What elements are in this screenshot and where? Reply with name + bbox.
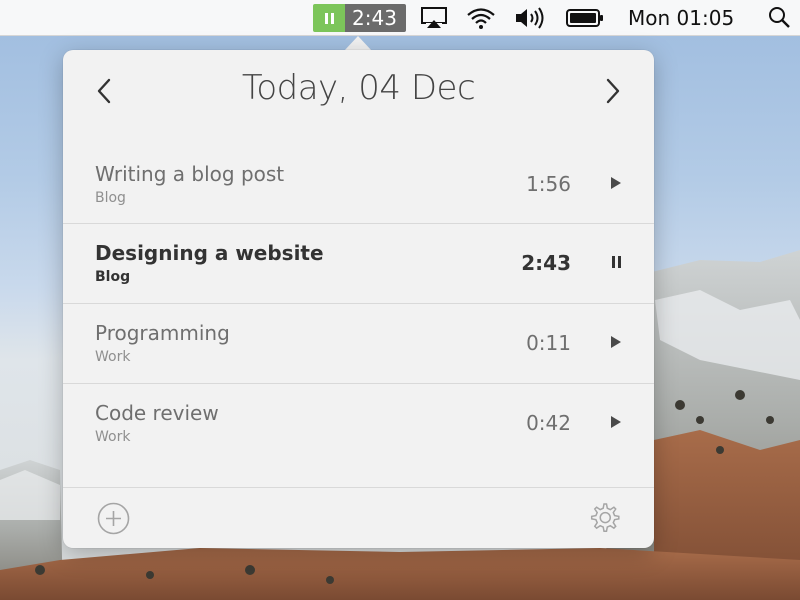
- play-icon: [611, 177, 621, 189]
- wifi-icon[interactable]: [466, 6, 496, 30]
- menubar-clock[interactable]: Mon 01:05: [628, 5, 734, 31]
- menubar-timer-time[interactable]: 2:43: [345, 4, 406, 32]
- task-row[interactable]: Programming Work 0:11: [63, 304, 654, 384]
- play-icon: [611, 336, 621, 348]
- menu-bar: 2:43 Mon 01:05: [0, 0, 800, 36]
- play-icon: [611, 416, 621, 428]
- date-title: Today, 04 Dec: [241, 68, 476, 108]
- next-day-button[interactable]: [598, 76, 628, 106]
- timer-popover: Today, 04 Dec Writing a blog post Blog 1…: [63, 50, 654, 548]
- play-button[interactable]: [604, 171, 628, 195]
- chevron-right-icon: [606, 78, 620, 104]
- pause-button[interactable]: [604, 250, 628, 274]
- task-name: Designing a website: [95, 241, 324, 265]
- task-name: Programming: [95, 321, 230, 345]
- task-list: Writing a blog post Blog 1:56 Designing …: [63, 146, 654, 464]
- task-name: Writing a blog post: [95, 162, 285, 186]
- task-time: 2:43: [521, 251, 571, 275]
- task-time: 0:11: [526, 331, 571, 355]
- task-time: 0:42: [526, 411, 571, 435]
- spotlight-search-icon[interactable]: [768, 6, 792, 30]
- battery-icon[interactable]: [566, 6, 604, 30]
- task-category: Blog: [95, 269, 131, 285]
- task-time: 1:56: [526, 172, 571, 196]
- gear-icon[interactable]: [587, 501, 621, 535]
- play-button[interactable]: [604, 330, 628, 354]
- task-row[interactable]: Code review Work 0:42: [63, 384, 654, 464]
- airplay-icon[interactable]: [420, 6, 448, 30]
- add-circle-icon[interactable]: [97, 502, 130, 535]
- task-row[interactable]: Writing a blog post Blog 1:56: [63, 146, 654, 224]
- desktop: 2:43 Mon 01:05 Today, 04 Dec Writing a b…: [0, 0, 800, 600]
- play-button[interactable]: [604, 410, 628, 434]
- task-category: Work: [95, 349, 131, 365]
- task-name: Code review: [95, 401, 219, 425]
- task-row-active[interactable]: Designing a website Blog 2:43: [63, 224, 654, 304]
- popover-header: Today, 04 Dec: [63, 50, 654, 146]
- popover-arrow: [344, 36, 372, 51]
- menubar-timer[interactable]: 2:43: [313, 4, 406, 32]
- task-category: Blog: [95, 190, 126, 206]
- task-category: Work: [95, 429, 131, 445]
- volume-icon[interactable]: [514, 6, 548, 30]
- pause-icon: [610, 253, 622, 272]
- pause-icon[interactable]: [313, 4, 345, 32]
- popover-footer: [63, 487, 654, 548]
